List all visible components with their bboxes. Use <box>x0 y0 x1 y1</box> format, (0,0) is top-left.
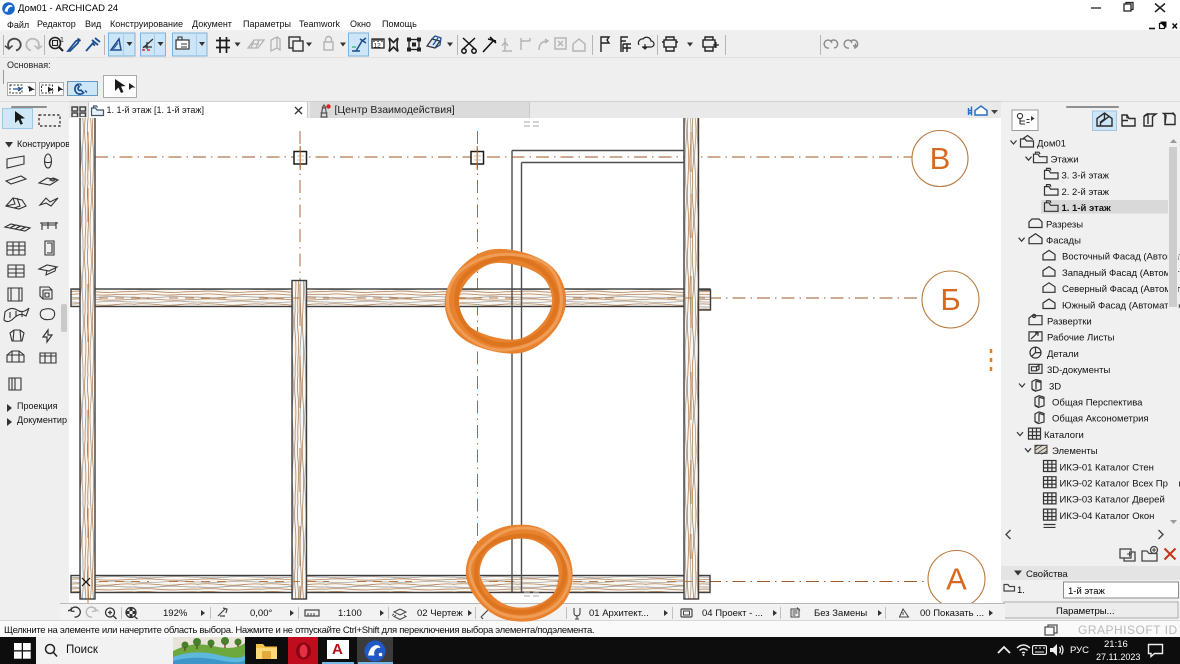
svg-text:Этажи: Этажи <box>1051 155 1079 166</box>
svg-text:Дом01: Дом01 <box>1037 139 1066 150</box>
svg-text:Общая Аксонометрия: Общая Аксонометрия <box>1052 414 1149 425</box>
svg-text:3. 3-й этаж: 3. 3-й этаж <box>1062 171 1110 182</box>
svg-text:Рабочие Листы: Рабочие Листы <box>1047 333 1115 344</box>
svg-text:Развертки: Развертки <box>1047 317 1092 328</box>
svg-text:Фасады: Фасады <box>1046 236 1081 247</box>
svg-text:04 Проект - ...: 04 Проект - ... <box>702 608 763 619</box>
svg-text:01 Архитект...: 01 Архитект... <box>589 608 649 619</box>
svg-text:12: 12 <box>374 42 382 49</box>
svg-text:ka Mo: ka Mo <box>496 608 522 619</box>
svg-text:0,00°: 0,00° <box>250 608 272 619</box>
svg-text:1:100: 1:100 <box>338 608 362 619</box>
svg-text:ИКЭ-04 Каталог Окон: ИКЭ-04 Каталог Окон <box>1060 511 1155 522</box>
svg-text:Элементы: Элементы <box>1052 446 1098 457</box>
svg-text:Разрезы: Разрезы <box>1046 219 1083 230</box>
svg-text:1. 1-й этаж: 1. 1-й этаж <box>1062 203 1112 214</box>
svg-text:Западный Фасад (Автоматиче: Западный Фасад (Автоматиче <box>1062 268 1180 279</box>
svg-text:Без Замены: Без Замены <box>814 608 867 619</box>
svg-text:00 Показать ...: 00 Показать ... <box>920 608 984 619</box>
svg-text:02 Чертеж: 02 Чертеж <box>417 608 463 619</box>
svg-text:Восточный Фасад (Автоматич: Восточный Фасад (Автоматич <box>1062 252 1180 263</box>
svg-text:Свойства: Свойства <box>1026 569 1068 580</box>
svg-text:ИКЭ-02 Каталог Всех Проем: ИКЭ-02 Каталог Всех Проем <box>1060 479 1180 490</box>
svg-text:Б: Б <box>940 282 960 317</box>
svg-text:В: В <box>929 141 950 176</box>
svg-text:ИКЭ-01 Каталог Стен: ИКЭ-01 Каталог Стен <box>1060 462 1154 473</box>
svg-text:А: А <box>946 561 967 596</box>
svg-text:Параметры...: Параметры... <box>1056 606 1115 617</box>
svg-text:1: 1 <box>60 37 64 44</box>
svg-text:1-й этаж: 1-й этаж <box>1068 586 1106 597</box>
svg-text:Общая Перспектива: Общая Перспектива <box>1052 398 1143 409</box>
svg-text:Северный Фасад (Автоматиче: Северный Фасад (Автоматиче <box>1062 284 1180 295</box>
svg-text:3D-документы: 3D-документы <box>1047 365 1110 376</box>
svg-text:1.: 1. <box>1017 585 1025 596</box>
svg-text:3D: 3D <box>1049 381 1061 392</box>
svg-text:Южный Фасад (Автоматическ: Южный Фасад (Автоматическ <box>1062 300 1180 311</box>
svg-text:Детали: Детали <box>1047 349 1079 360</box>
svg-text:192%: 192% <box>163 608 188 619</box>
svg-text:2. 2-й этаж: 2. 2-й этаж <box>1062 187 1110 198</box>
svg-text:ИКЭ-03 Каталог Дверей: ИКЭ-03 Каталог Дверей <box>1060 495 1165 506</box>
svg-text:Каталоги: Каталоги <box>1044 430 1084 441</box>
